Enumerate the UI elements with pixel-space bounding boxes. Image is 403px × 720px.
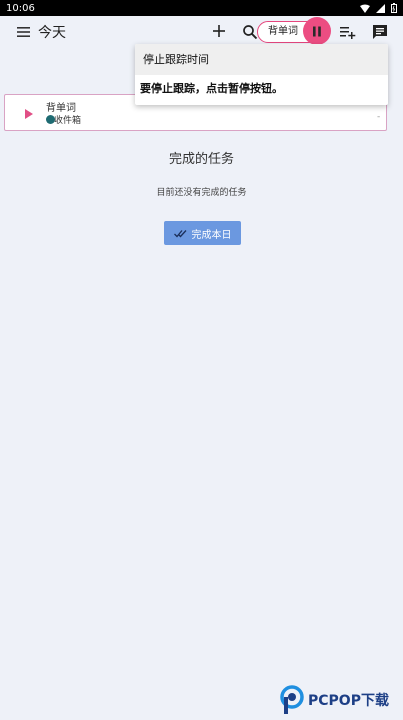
wifi-icon: [360, 4, 370, 13]
signal-icon: [376, 3, 385, 13]
search-icon[interactable]: [242, 24, 258, 40]
playlist-add-icon[interactable]: [339, 24, 356, 40]
menu-icon[interactable]: [16, 24, 32, 40]
watermark-text: PCPOP下载: [308, 693, 389, 709]
pause-icon: [313, 26, 321, 36]
status-time: 10:06: [6, 2, 35, 14]
watermark: PCPOP下载: [280, 683, 402, 717]
tooltip-body: 要停止跟踪，点击暂停按钮。: [140, 82, 283, 95]
complete-day-label: 完成本日: [191, 229, 232, 241]
tooltip-title: 停止跟踪时间: [135, 44, 388, 75]
pause-button[interactable]: [303, 17, 331, 45]
battery-icon: [391, 3, 397, 13]
page-title: 今天: [38, 25, 66, 41]
comment-icon[interactable]: [372, 24, 388, 40]
complete-day-button[interactable]: 完成本日: [164, 221, 241, 245]
tooltip-popup: 停止跟踪时间 要停止跟踪，点击暂停按钮。: [135, 44, 388, 105]
plus-icon[interactable]: [211, 23, 227, 39]
pcpop-logo-icon: [280, 685, 304, 714]
completed-heading: 完成的任务: [168, 152, 234, 167]
done-all-icon: [173, 229, 186, 237]
tracking-chip-label: 背单词: [268, 26, 298, 37]
empty-state-text: 目前还没有完成的任务: [156, 188, 247, 198]
status-icons: [360, 3, 397, 13]
status-bar: 10:06: [0, 0, 403, 16]
task-project: 收件箱: [54, 116, 82, 126]
task-name: 背单词: [46, 103, 76, 114]
play-icon[interactable]: [25, 109, 33, 119]
task-trailing: -: [377, 112, 381, 122]
